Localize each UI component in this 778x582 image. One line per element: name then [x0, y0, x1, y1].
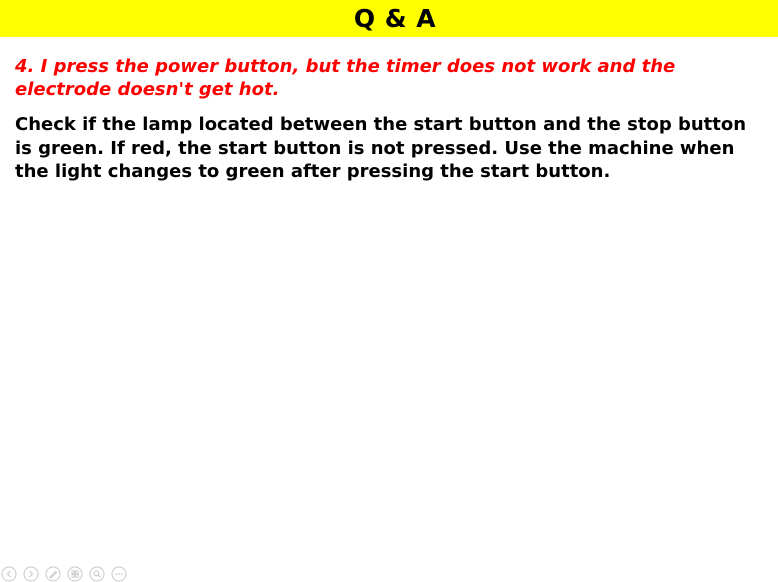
slideshow-controls	[1, 566, 127, 582]
slide-sorter-icon[interactable]	[67, 566, 83, 582]
pen-icon[interactable]	[45, 566, 61, 582]
more-options-icon[interactable]	[111, 566, 127, 582]
slide-title: Q & A	[353, 4, 437, 33]
answer-text: Check if the lamp located between the st…	[15, 114, 747, 182]
next-slide-icon[interactable]	[23, 566, 39, 582]
zoom-icon[interactable]	[89, 566, 105, 582]
title-bar: Q & A	[0, 0, 778, 37]
question-text: 4. I press the power button, but the tim…	[15, 56, 676, 100]
previous-slide-icon[interactable]	[1, 566, 17, 582]
